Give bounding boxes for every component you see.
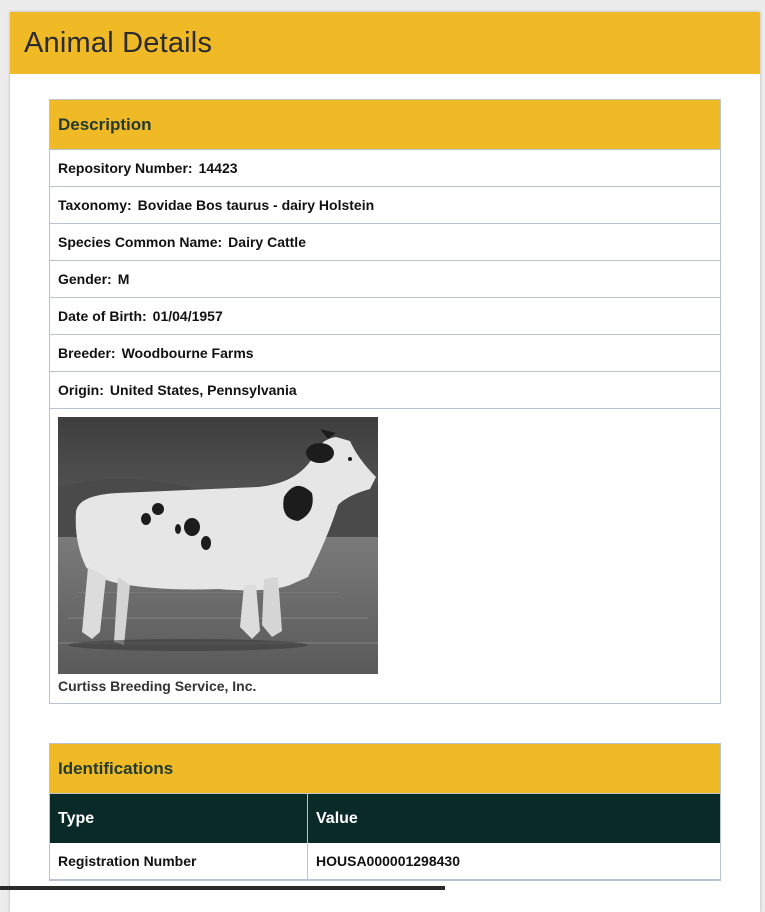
field-taxonomy: Taxonomy Bovidae Bos taurus - dairy Hols… [50, 187, 720, 224]
identifications-heading: Identifications [50, 744, 720, 794]
bottom-bar [0, 886, 445, 890]
cell-type: Registration Number [50, 843, 308, 880]
photo-cell: Curtiss Breeding Service, Inc. [50, 409, 720, 703]
field-value: 14423 [198, 160, 238, 176]
description-heading: Description [50, 100, 720, 150]
description-panel: Description Repository Number 14423 Taxo… [49, 99, 721, 704]
field-label: Species Common Name [58, 234, 222, 250]
field-value: 01/04/1957 [152, 308, 223, 324]
field-label: Repository Number [58, 160, 193, 176]
field-value: M [117, 271, 130, 287]
field-origin: Origin United States, Pennsylvania [50, 372, 720, 409]
photo-caption: Curtiss Breeding Service, Inc. [58, 678, 257, 694]
field-breeder: Breeder Woodbourne Farms [50, 335, 720, 372]
field-gender: Gender M [50, 261, 720, 298]
animal-photo[interactable] [58, 417, 378, 674]
field-label: Date of Birth [58, 308, 147, 324]
field-label: Gender [58, 271, 112, 287]
column-header-value: Value [307, 794, 720, 843]
field-value: Bovidae Bos taurus - dairy Holstein [137, 197, 375, 213]
field-label: Breeder [58, 345, 116, 361]
field-value: United States, Pennsylvania [109, 382, 297, 398]
page-title: Animal Details [24, 26, 213, 59]
table-header-row: Type Value [50, 794, 720, 843]
field-value: Dairy Cattle [228, 234, 306, 250]
identifications-panel: Identifications Type Value Registration … [49, 743, 721, 881]
page-container: Animal Details Description Repository Nu… [10, 12, 760, 912]
page-header: Animal Details [10, 12, 760, 74]
field-species-common-name: Species Common Name Dairy Cattle [50, 224, 720, 261]
column-header-type: Type [50, 794, 308, 843]
field-value: Woodbourne Farms [121, 345, 254, 361]
table-row: Registration Number HOUSA000001298430 [50, 843, 720, 880]
field-label: Origin [58, 382, 104, 398]
field-date-of-birth: Date of Birth 01/04/1957 [50, 298, 720, 335]
cell-value: HOUSA000001298430 [307, 843, 720, 880]
identifications-table: Type Value Registration Number HOUSA0000… [50, 794, 720, 880]
field-label: Taxonomy [58, 197, 132, 213]
field-repository-number: Repository Number 14423 [50, 150, 720, 187]
